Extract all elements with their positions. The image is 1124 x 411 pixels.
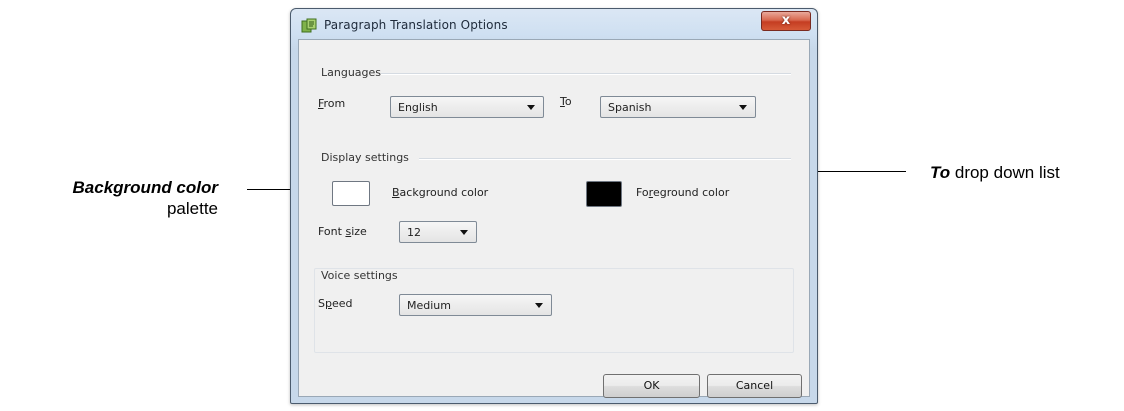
callout-bg-bold: Background color xyxy=(72,178,218,197)
speed-dropdown[interactable]: Medium xyxy=(399,294,552,316)
foreground-label-before: Fo xyxy=(636,186,649,199)
languages-separator xyxy=(381,73,791,75)
chevron-down-icon xyxy=(739,105,747,110)
app-icon xyxy=(301,18,317,33)
dialog-client-area: Languages From English To Spanish Displa… xyxy=(298,39,810,398)
title-bar[interactable]: Paragraph Translation Options x xyxy=(291,9,817,41)
from-label-rest: rom xyxy=(323,97,346,110)
close-button[interactable]: x xyxy=(761,11,811,31)
chevron-down-icon xyxy=(535,303,543,308)
background-label-rest: ackground color xyxy=(399,186,489,199)
speed-label-mnemonic: p xyxy=(324,297,332,310)
languages-group-label: Languages xyxy=(321,66,382,79)
font-size-dropdown[interactable]: 12 xyxy=(399,221,477,243)
close-icon: x xyxy=(781,13,791,28)
speed-label-rest: eed xyxy=(331,297,353,310)
callout-background-color-palette: Background color palette xyxy=(73,177,218,219)
background-label-mnemonic: B xyxy=(392,186,400,199)
ok-button[interactable]: OK xyxy=(603,374,700,398)
window-title: Paragraph Translation Options xyxy=(324,18,508,32)
speed-value: Medium xyxy=(407,299,451,312)
font-size-label-before: Font xyxy=(318,225,346,238)
background-color-label: Background color xyxy=(392,186,488,199)
to-language-dropdown[interactable]: Spanish xyxy=(600,96,756,118)
from-language-dropdown[interactable]: English xyxy=(390,96,544,118)
speed-label: Speed xyxy=(318,297,353,310)
foreground-color-palette-button[interactable] xyxy=(586,181,622,207)
from-label: From xyxy=(318,97,345,110)
foreground-label-rest: eground color xyxy=(652,186,730,199)
to-language-value: Spanish xyxy=(608,101,652,114)
callout-bg-rest: palette xyxy=(166,199,218,218)
to-label-rest: o xyxy=(564,95,572,108)
from-language-value: English xyxy=(398,101,438,114)
display-separator xyxy=(419,158,791,160)
voice-settings-group-label: Voice settings xyxy=(321,269,398,282)
callout-to-rest: drop down list xyxy=(950,163,1060,182)
chevron-down-icon xyxy=(527,105,535,110)
display-settings-group-label: Display settings xyxy=(321,151,409,164)
to-label: To xyxy=(560,95,572,108)
background-color-palette-button[interactable] xyxy=(332,181,370,206)
translation-options-dialog: Paragraph Translation Options x Language… xyxy=(290,8,818,404)
foreground-color-label: Foreground color xyxy=(636,186,729,199)
chevron-down-icon xyxy=(460,230,468,235)
speed-label-before: S xyxy=(318,297,325,310)
font-size-value: 12 xyxy=(407,226,421,239)
font-size-label-rest: ize xyxy=(351,225,367,238)
cancel-button[interactable]: Cancel xyxy=(707,374,802,398)
callout-to-bold: To xyxy=(930,163,951,182)
font-size-label: Font size xyxy=(318,225,367,238)
callout-to-drop-down-list: To drop down list xyxy=(930,163,1060,183)
